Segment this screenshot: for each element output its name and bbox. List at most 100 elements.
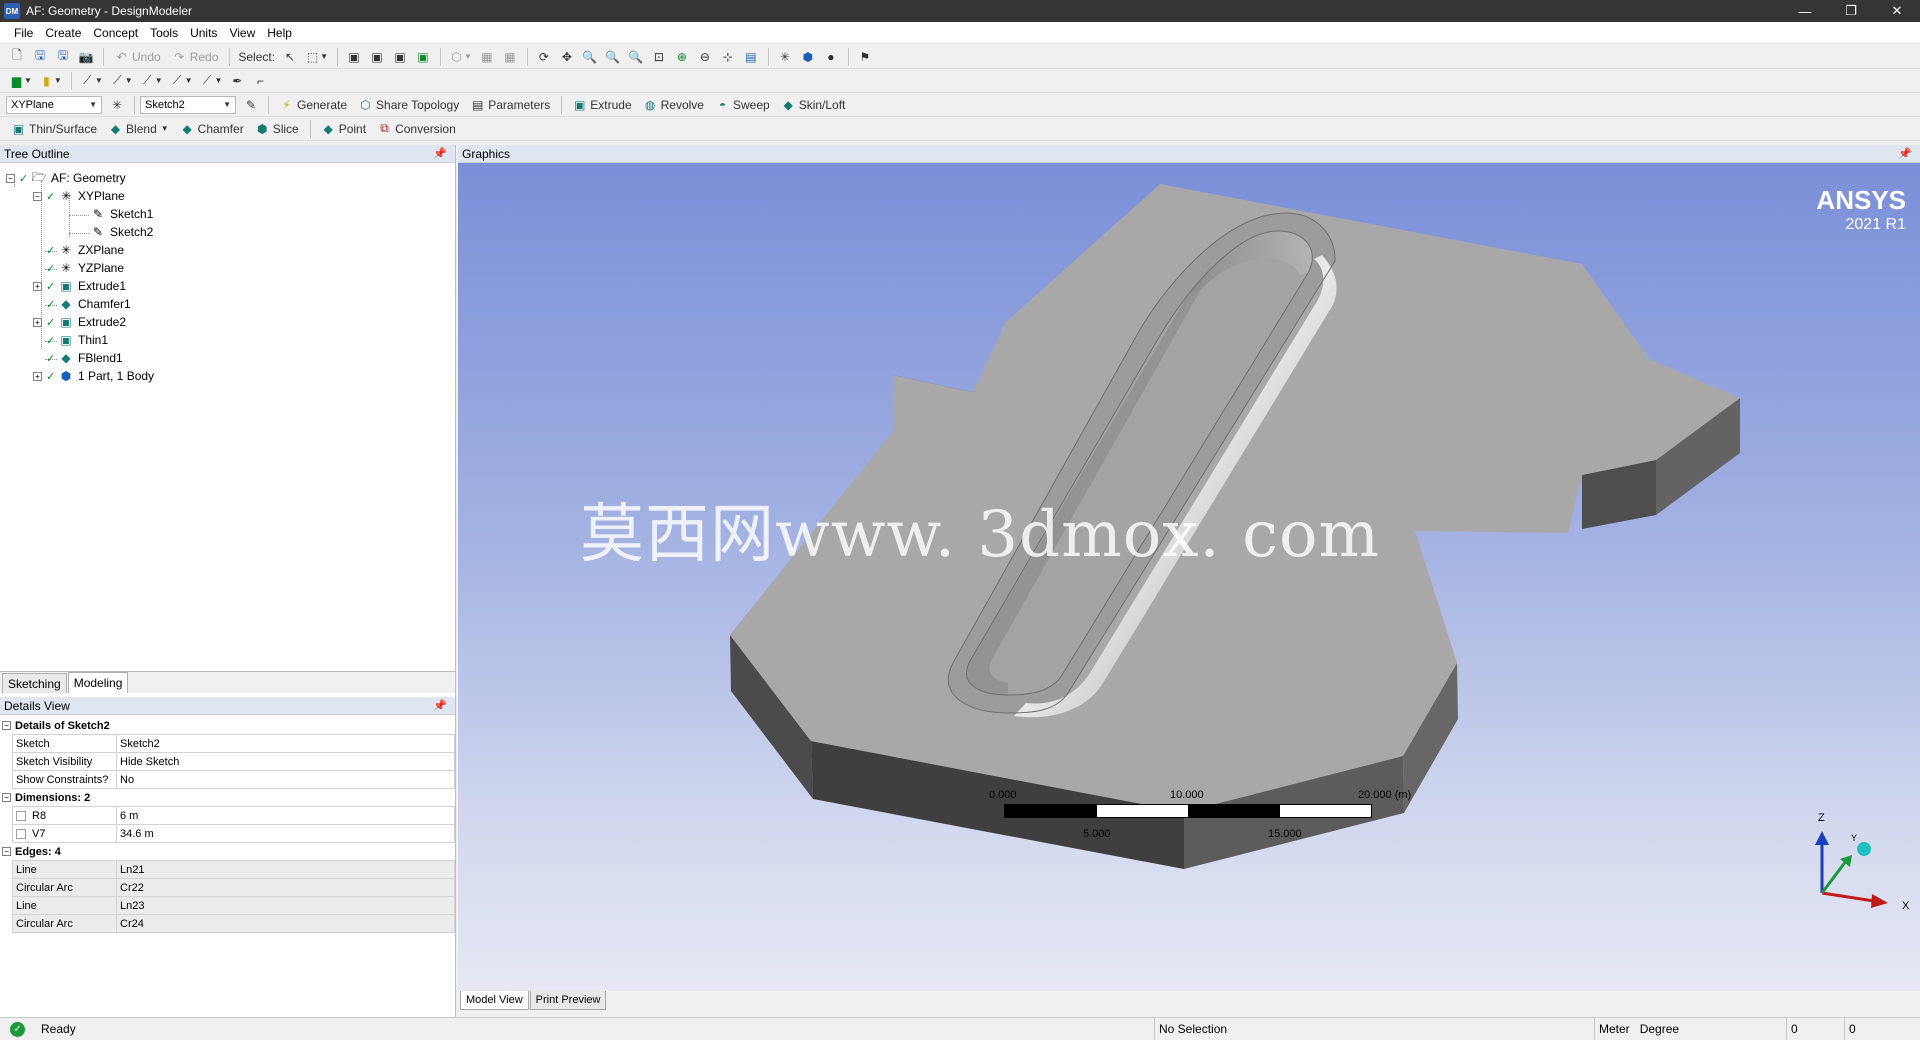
menu-file[interactable]: File — [8, 22, 39, 44]
zoom-fit-button[interactable]: ⊡ — [648, 47, 670, 67]
expand-icon[interactable]: + — [33, 281, 42, 291]
point-button[interactable]: ◆ Point — [316, 119, 371, 139]
tab-modeling[interactable]: Modeling — [67, 672, 129, 693]
select-all-button[interactable]: ▦ — [476, 47, 498, 67]
sketch-select[interactable]: Sketch2 ▼ — [140, 95, 236, 114]
undo-button[interactable]: ↶ Undo — [109, 47, 166, 67]
expand-icon[interactable]: + — [33, 317, 42, 327]
rotate-button[interactable]: ⟳ — [533, 47, 555, 67]
property-value[interactable]: Sketch2 — [116, 735, 455, 753]
new-button[interactable]: 🗋 — [6, 47, 28, 67]
tree-node-xyplane[interactable]: − ✓ ✳ XYPlane — [33, 187, 125, 205]
new-sketch-button[interactable]: ✎ — [240, 95, 262, 115]
tree-node-yzplane[interactable]: ✓ ✳ YZPlane — [46, 259, 124, 277]
tree-node-zxplane[interactable]: ✓ ✳ ZXPlane — [46, 241, 124, 259]
spline-tool-dropdown[interactable]: ⟋ ▼ — [167, 71, 196, 91]
pin-icon[interactable]: 📌 — [1898, 147, 1912, 160]
plane-select[interactable]: XYPlane ▼ — [6, 95, 102, 114]
tab-model-view[interactable]: Model View — [460, 991, 529, 1010]
minimize-button[interactable]: — — [1782, 0, 1828, 22]
tab-print-preview[interactable]: Print Preview — [529, 991, 607, 1010]
collapse-icon[interactable]: − — [2, 847, 11, 856]
zoom-plus-button[interactable]: ⊕ — [671, 47, 693, 67]
revolve-button[interactable]: ◍ Revolve — [638, 95, 709, 115]
tree-node-parts[interactable]: + ✓ ⬢ 1 Part, 1 Body — [33, 367, 154, 385]
chamfer-button[interactable]: ◆ Chamfer — [175, 119, 249, 139]
extend-selection-button[interactable]: ⬡ ▼ — [446, 47, 475, 67]
help-pointer-button[interactable]: ⚑ — [854, 47, 876, 67]
constraint-tool-button[interactable]: ⌐ — [249, 71, 271, 91]
redo-button[interactable]: ↷ Redo — [167, 47, 224, 67]
select-none-button[interactable]: ▦ — [499, 47, 521, 67]
polyline-tool-dropdown[interactable]: ⟋ ▼ — [107, 71, 136, 91]
thin-surface-button[interactable]: ▣ Thin/Surface — [6, 119, 102, 139]
look-at-button[interactable]: ▤ — [740, 47, 762, 67]
select-edges-button[interactable]: ▣ — [366, 47, 388, 67]
save-as-button[interactable]: 🖫 — [52, 47, 74, 67]
tree-node-fblend1[interactable]: ✓ ◆ FBlend1 — [46, 349, 123, 367]
extrude-button[interactable]: ▣ Extrude — [567, 95, 636, 115]
menu-concept[interactable]: Concept — [87, 22, 144, 44]
iso-view-button[interactable]: ⊹ — [717, 47, 739, 67]
new-plane-button[interactable]: ✳ — [106, 95, 128, 115]
zoom-in-button[interactable]: 🔍 — [602, 47, 624, 67]
tab-sketching[interactable]: Sketching — [2, 673, 67, 693]
zoom-box-button[interactable]: 🔍 — [625, 47, 647, 67]
display-point-button[interactable]: ● — [820, 47, 842, 67]
screenshot-button[interactable]: 📷 — [75, 47, 97, 67]
arc-tool-dropdown[interactable]: ⟋ ▼ — [137, 71, 166, 91]
conversion-button[interactable]: ⧉ Conversion — [372, 119, 461, 139]
blend-dropdown[interactable]: ◆ Blend ▼ — [103, 119, 174, 139]
select-mode-button[interactable]: ↖ — [279, 47, 301, 67]
select-bodies-button[interactable]: ▣ — [412, 47, 434, 67]
tree-node-extrude1[interactable]: + ✓ ▣ Extrude1 — [33, 277, 126, 295]
parameter-checkbox[interactable] — [16, 810, 26, 821]
collapse-icon[interactable]: − — [33, 191, 42, 201]
zoom-button[interactable]: 🔍 — [579, 47, 601, 67]
zoom-minus-button[interactable]: ⊖ — [694, 47, 716, 67]
point-tool-button[interactable]: ✒ — [226, 71, 248, 91]
select-faces-button[interactable]: ▣ — [389, 47, 411, 67]
select-filter-dropdown[interactable]: ⬚ ▼ — [302, 47, 331, 67]
generate-button[interactable]: ⚡ Generate — [274, 95, 352, 115]
select-points-button[interactable]: ▣ — [343, 47, 365, 67]
tree-node-sketch2[interactable]: ✎ Sketch2 — [90, 223, 153, 241]
menu-view[interactable]: View — [223, 22, 261, 44]
slice-button[interactable]: ⬢ Slice — [250, 119, 304, 139]
expand-icon[interactable]: + — [33, 371, 42, 381]
parameters-button[interactable]: ▤ Parameters — [465, 95, 555, 115]
units-info[interactable]: Meter Degree — [1594, 1018, 1786, 1040]
pan-button[interactable]: ✥ — [556, 47, 578, 67]
model-canvas[interactable] — [458, 163, 1920, 991]
tree-node-root[interactable]: − ✓ 🗁 AF: Geometry — [6, 169, 126, 187]
save-button[interactable]: 🖫 — [29, 47, 51, 67]
collapse-icon[interactable]: − — [2, 793, 11, 802]
display-style-dropdown[interactable]: ▆ ▼ — [6, 71, 35, 91]
display-plane-button[interactable]: ✳ — [774, 47, 796, 67]
tree-node-thin1[interactable]: ✓ ▣ Thin1 — [46, 331, 108, 349]
axis-triad[interactable]: Z Y X — [1798, 803, 1918, 913]
property-value[interactable]: Hide Sketch — [116, 753, 455, 771]
triad-iso-ball[interactable] — [1857, 842, 1871, 856]
dimension-tool-dropdown[interactable]: ⟋ ▼ — [197, 71, 226, 91]
3d-viewport[interactable]: ANSYS 2021 R1 莫西网www. 3dmox. com Z Y X 0… — [458, 163, 1920, 991]
property-value[interactable]: 34.6 m — [116, 825, 455, 843]
menu-help[interactable]: Help — [261, 22, 298, 44]
close-button[interactable]: ✕ — [1874, 0, 1920, 22]
menu-tools[interactable]: Tools — [144, 22, 184, 44]
sweep-button[interactable]: ◓ Sweep — [710, 95, 775, 115]
share-topology-button[interactable]: ⬡ Share Topology — [353, 95, 464, 115]
display-model-button[interactable]: ⬢ — [797, 47, 819, 67]
pin-icon[interactable]: 📌 — [433, 699, 447, 712]
property-value[interactable]: 6 m — [116, 807, 455, 825]
pin-icon[interactable]: 📌 — [433, 147, 447, 160]
menu-units[interactable]: Units — [184, 22, 223, 44]
collapse-icon[interactable]: − — [6, 173, 15, 183]
property-value[interactable]: No — [116, 771, 455, 789]
tree-node-sketch1[interactable]: ✎ Sketch1 — [90, 205, 153, 223]
tree-node-extrude2[interactable]: + ✓ ▣ Extrude2 — [33, 313, 126, 331]
line-tool-dropdown[interactable]: ⟋ ▼ — [77, 71, 106, 91]
menu-create[interactable]: Create — [39, 22, 87, 44]
skin-loft-button[interactable]: ◆ Skin/Loft — [776, 95, 851, 115]
collapse-icon[interactable]: − — [2, 721, 11, 730]
